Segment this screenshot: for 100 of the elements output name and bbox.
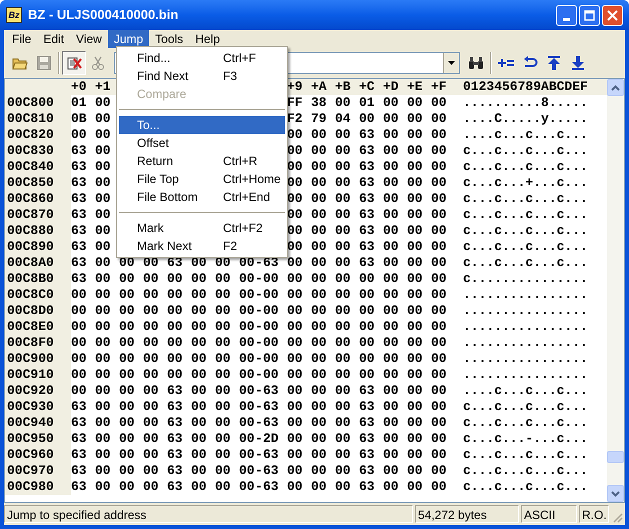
hex-byte: 00 (119, 383, 135, 399)
hex-byte: 00 (287, 127, 303, 143)
hex-byte: 00 (191, 287, 207, 303)
hex-byte: 00 (143, 271, 159, 287)
hex-byte: 00 (359, 351, 375, 367)
hex-byte: 00 (335, 255, 351, 271)
hex-byte: 00 (191, 351, 207, 367)
hex-byte: 00 (431, 431, 447, 447)
hex-byte: 01 (71, 95, 87, 111)
row-address: 00C930 (5, 399, 71, 415)
byte-separator: - (255, 255, 263, 271)
hex-byte: 00 (407, 479, 423, 495)
hex-byte: 00 (287, 447, 303, 463)
row-address: 00C920 (5, 383, 71, 399)
row-address: 00C890 (5, 239, 71, 255)
hex-byte: 00 (407, 95, 423, 111)
window-title: BZ - ULJS000410000.bin (28, 6, 180, 24)
hex-byte: 00 (311, 447, 327, 463)
hex-byte: 00 (383, 319, 399, 335)
hex-byte: 00 (287, 351, 303, 367)
hex-byte: 63 (71, 159, 87, 175)
hex-byte: 63 (359, 383, 375, 399)
row-address: 00C8E0 (5, 319, 71, 335)
hex-byte: 63 (263, 447, 279, 463)
hex-byte: 63 (263, 479, 279, 495)
row-address: 00C860 (5, 191, 71, 207)
hex-byte: 00 (431, 271, 447, 287)
hex-byte: 63 (359, 415, 375, 431)
hex-byte: 0B (71, 111, 87, 127)
hex-byte: 00 (431, 175, 447, 191)
hex-byte: 00 (95, 415, 111, 431)
hex-byte: 00 (95, 447, 111, 463)
hex-byte: 00 (143, 335, 159, 351)
hex-byte: 63 (359, 191, 375, 207)
hex-byte: 00 (311, 367, 327, 383)
hex-byte: 00 (215, 367, 231, 383)
hex-byte: 00 (95, 303, 111, 319)
column-header: +9 (287, 79, 303, 95)
hex-byte: 00 (335, 415, 351, 431)
hex-byte: 00 (263, 303, 279, 319)
hex-byte: 00 (431, 479, 447, 495)
hex-byte: 00 (311, 463, 327, 479)
hex-byte: 00 (407, 335, 423, 351)
hex-byte: 00 (119, 447, 135, 463)
hex-byte: 00 (383, 479, 399, 495)
hex-byte: 00 (383, 447, 399, 463)
hex-byte: 00 (119, 303, 135, 319)
hex-byte: 00 (119, 479, 135, 495)
hex-byte: 00 (119, 351, 135, 367)
ascii-text: c...c...-...c... (462, 431, 588, 447)
hex-byte: 00 (239, 463, 255, 479)
hex-byte: 00 (287, 287, 303, 303)
hex-byte: 00 (407, 319, 423, 335)
row-address: 00C820 (5, 127, 71, 143)
row-address: 00C910 (5, 367, 71, 383)
hex-byte: 00 (407, 143, 423, 159)
hex-byte: 00 (143, 287, 159, 303)
hex-byte: 00 (95, 239, 111, 255)
hex-byte: 63 (71, 447, 87, 463)
hex-byte: 00 (431, 335, 447, 351)
hex-byte: 00 (95, 95, 111, 111)
hex-byte: 00 (407, 399, 423, 415)
hex-byte: 00 (95, 335, 111, 351)
hex-byte: 00 (287, 303, 303, 319)
hex-byte: 00 (431, 415, 447, 431)
hex-byte: 63 (359, 239, 375, 255)
hex-byte: 63 (71, 175, 87, 191)
hex-byte: 00 (311, 303, 327, 319)
hex-byte: 63 (359, 143, 375, 159)
row-address: 00C940 (5, 415, 71, 431)
hex-byte: 00 (311, 191, 327, 207)
hex-byte: 00 (431, 223, 447, 239)
row-address: 00C980 (5, 479, 71, 495)
hex-byte: 00 (431, 303, 447, 319)
hex-byte: 00 (71, 319, 87, 335)
row-address: 00C810 (5, 111, 71, 127)
hex-byte: 00 (383, 95, 399, 111)
hex-byte: 00 (335, 95, 351, 111)
hex-byte: 63 (71, 463, 87, 479)
hex-byte: 00 (95, 223, 111, 239)
hex-byte: 00 (95, 383, 111, 399)
hex-byte: 00 (383, 207, 399, 223)
column-header: +C (359, 79, 375, 95)
hex-byte: 63 (359, 479, 375, 495)
byte-separator: - (255, 383, 263, 399)
hex-byte: 00 (287, 255, 303, 271)
column-header: +B (335, 79, 351, 95)
hex-byte: 00 (71, 351, 87, 367)
hex-byte: 00 (191, 463, 207, 479)
hex-byte: 00 (191, 415, 207, 431)
hex-byte: 00 (143, 383, 159, 399)
hex-byte: 00 (383, 303, 399, 319)
hex-byte: 63 (167, 447, 183, 463)
hex-byte: 00 (311, 159, 327, 175)
hex-byte: 00 (335, 303, 351, 319)
hex-byte: 00 (407, 175, 423, 191)
hex-byte: 00 (359, 335, 375, 351)
hex-byte: 00 (239, 287, 255, 303)
hex-byte: 00 (287, 143, 303, 159)
hex-byte: 00 (335, 431, 351, 447)
